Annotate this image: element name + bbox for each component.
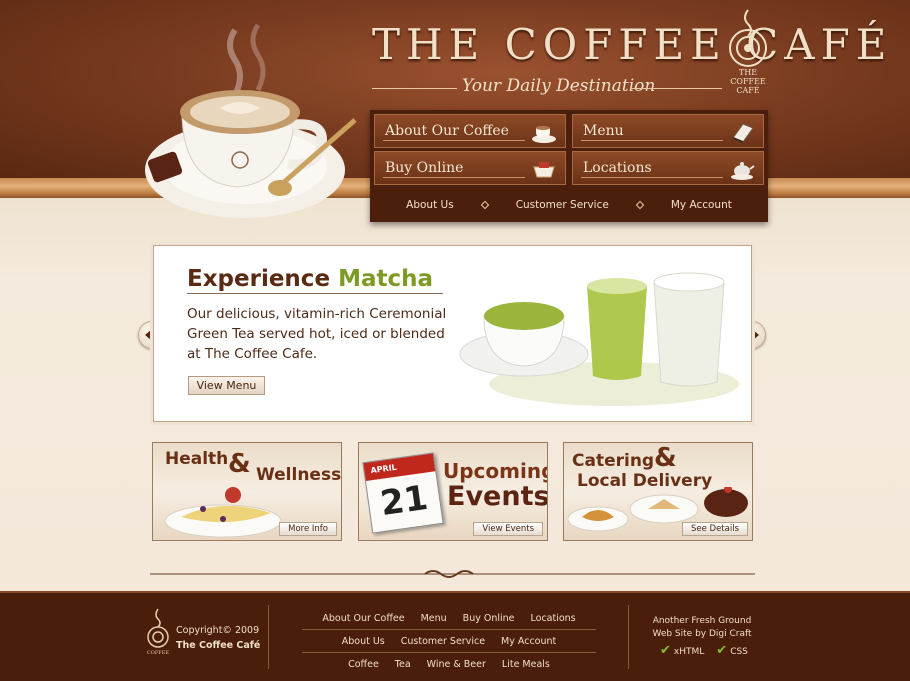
view-events-button[interactable]: View Events bbox=[473, 522, 543, 536]
tagline-row: Your Daily Destination bbox=[372, 74, 722, 104]
nav-label: Menu bbox=[583, 123, 624, 139]
nav-label: Buy Online bbox=[385, 160, 464, 176]
banner-title: Experience Matcha bbox=[187, 266, 433, 292]
tagline: Your Daily Destination bbox=[462, 76, 656, 96]
footer-link[interactable]: Wine & Beer bbox=[427, 659, 486, 670]
banner-text: Our delicious, vitamin-rich Ceremonial G… bbox=[187, 306, 447, 362]
logo-text-line: COFFEE bbox=[730, 77, 766, 86]
logo-text-line: THE bbox=[738, 68, 758, 77]
promo-title: Catering bbox=[572, 451, 655, 471]
footer-link[interactable]: Lite Meals bbox=[502, 659, 550, 670]
css-valid-link[interactable]: ✔ CSS bbox=[716, 643, 748, 658]
diamond-separator-icon bbox=[635, 200, 645, 210]
footer-link[interactable]: About Us bbox=[342, 636, 385, 647]
xhtml-valid-link[interactable]: ✔ xHTML bbox=[660, 643, 704, 658]
footer-link[interactable]: Customer Service bbox=[401, 636, 485, 647]
promo-title: Upcoming bbox=[443, 459, 548, 483]
footer-links: About Our Coffee Menu Buy Online Locatio… bbox=[302, 607, 596, 675]
banner-title-main: Experience bbox=[187, 266, 331, 292]
valid-label: CSS bbox=[730, 647, 748, 657]
nav-underline bbox=[383, 140, 525, 141]
nav-menu[interactable]: Menu bbox=[572, 114, 764, 148]
validation-links: ✔ xHTML ✔ CSS bbox=[660, 643, 748, 658]
see-details-button[interactable]: See Details bbox=[681, 522, 748, 536]
calendar-icon: APRIL 21 bbox=[362, 452, 444, 534]
checkmark-icon: ✔ bbox=[660, 643, 671, 658]
credit-line[interactable]: Web Site by Digi Craft bbox=[652, 628, 752, 641]
footer-link[interactable]: Coffee bbox=[348, 659, 379, 670]
tagline-rule-left bbox=[372, 88, 457, 89]
logo-cup-icon bbox=[729, 9, 767, 67]
matcha-drinks-image bbox=[459, 272, 739, 406]
footer: COFFEE Copyright© 2009 The Coffee Café A… bbox=[0, 591, 910, 681]
promo-health-wellness[interactable]: Health & Wellness More Info bbox=[152, 442, 342, 541]
copyright-text: Copyright© 2009 bbox=[176, 625, 260, 636]
nav-underline bbox=[383, 177, 525, 178]
menu-book-icon bbox=[732, 123, 754, 143]
promo-ampersand: & bbox=[654, 443, 677, 473]
footer-link[interactable]: Buy Online bbox=[463, 613, 515, 624]
tagline-rule-right bbox=[630, 88, 722, 89]
featured-banner: Experience Matcha Our delicious, vitamin… bbox=[153, 245, 752, 422]
promo-catering-delivery[interactable]: Catering & Local Delivery See Details bbox=[563, 442, 753, 541]
crepe-plate-image bbox=[164, 487, 282, 538]
main-nav: About Our Coffee Menu Buy Online Locatio… bbox=[370, 110, 768, 222]
footer-links-row: About Us Customer Service My Account bbox=[302, 630, 596, 652]
logo-text: THE COFFEE CAFÉ bbox=[722, 68, 774, 95]
checkmark-icon: ✔ bbox=[716, 643, 728, 658]
nav-buy-online[interactable]: Buy Online bbox=[374, 151, 566, 185]
footer-links-row: Coffee Tea Wine & Beer Lite Meals bbox=[302, 653, 596, 675]
nav-underline bbox=[581, 140, 723, 141]
diamond-separator-icon bbox=[480, 200, 489, 210]
promo-title: Events bbox=[447, 481, 548, 512]
nav-label: Locations bbox=[583, 160, 652, 176]
subnav-about-us[interactable]: About Us bbox=[406, 199, 454, 211]
footer-link[interactable]: Tea bbox=[395, 659, 411, 670]
site-credit: Another Fresh Ground Web Site by Digi Cr… bbox=[652, 615, 752, 641]
footer-separator bbox=[628, 605, 629, 669]
footer-links-row: About Our Coffee Menu Buy Online Locatio… bbox=[302, 607, 596, 629]
more-info-button[interactable]: More Info bbox=[279, 522, 337, 536]
promo-ampersand: & bbox=[228, 449, 251, 479]
footer-separator bbox=[268, 605, 269, 669]
credit-line: Another Fresh Ground bbox=[652, 616, 752, 626]
subnav-customer-service[interactable]: Customer Service bbox=[516, 199, 609, 211]
view-menu-button[interactable]: View Menu bbox=[188, 376, 265, 395]
footer-link[interactable]: About Our Coffee bbox=[322, 613, 404, 624]
ornamental-divider bbox=[150, 570, 755, 578]
hero-coffee-cup-image bbox=[140, 20, 380, 230]
coffee-cup-icon bbox=[532, 126, 556, 143]
logo[interactable]: THE COFFEE CAFÉ bbox=[722, 8, 782, 104]
banner-rule bbox=[187, 293, 443, 294]
site-title: THE COFFEE CAFÉ bbox=[372, 20, 893, 69]
teapot-icon bbox=[731, 162, 755, 180]
subnav-my-account[interactable]: My Account bbox=[671, 199, 732, 211]
footer-link[interactable]: My Account bbox=[501, 636, 556, 647]
logo-text-line: CAFÉ bbox=[736, 86, 760, 95]
valid-label: xHTML bbox=[673, 647, 705, 657]
nav-about-our-coffee[interactable]: About Our Coffee bbox=[374, 114, 566, 148]
copyright: Copyright© 2009 The Coffee Café bbox=[176, 623, 260, 653]
footer-link[interactable]: Menu bbox=[421, 613, 447, 624]
nav-locations[interactable]: Locations bbox=[572, 151, 764, 185]
calendar-day: 21 bbox=[377, 477, 431, 525]
footer-logo-icon[interactable]: COFFEE bbox=[145, 607, 171, 659]
sub-nav: About Us Customer Service My Account bbox=[370, 188, 768, 222]
company-name: The Coffee Café bbox=[176, 640, 261, 651]
footer-link[interactable]: Locations bbox=[531, 613, 576, 624]
nav-label: About Our Coffee bbox=[385, 123, 509, 139]
svg-text:COFFEE: COFFEE bbox=[147, 650, 170, 656]
promo-title: Health bbox=[165, 449, 229, 469]
basket-icon bbox=[533, 162, 555, 178]
nav-underline bbox=[581, 177, 723, 178]
promo-upcoming-events[interactable]: APRIL 21 Upcoming Events View Events bbox=[358, 442, 548, 541]
banner-title-accent: Matcha bbox=[338, 266, 433, 292]
